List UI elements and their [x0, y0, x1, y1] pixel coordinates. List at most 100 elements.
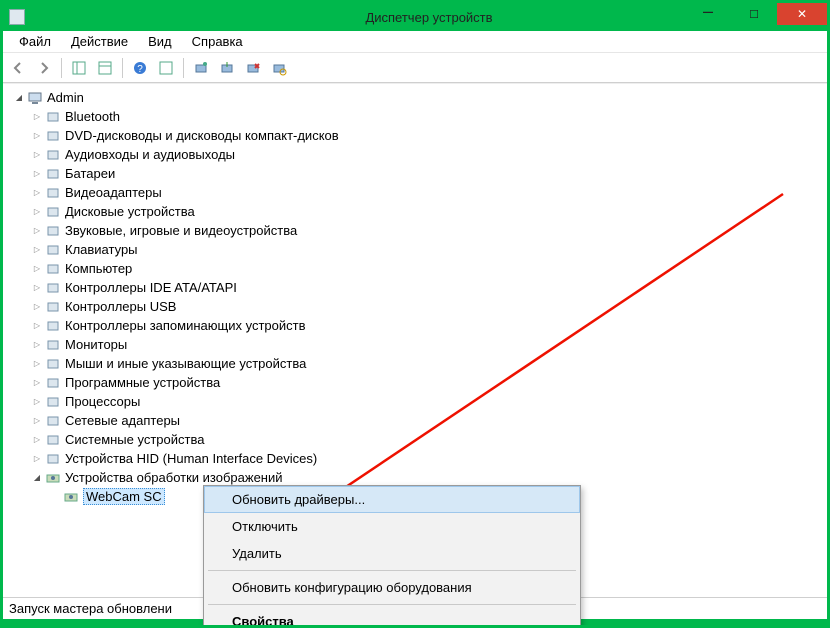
node-label: Аудиовходы и аудиовыходы	[65, 147, 235, 162]
tree-node[interactable]: Батареи	[31, 164, 825, 183]
update-driver-button[interactable]	[216, 57, 238, 79]
device-icon	[45, 356, 61, 372]
forward-button[interactable]	[33, 57, 55, 79]
node-label: Bluetooth	[65, 109, 120, 124]
expand-icon[interactable]	[31, 472, 43, 484]
expand-icon[interactable]	[31, 320, 43, 332]
expand-icon[interactable]	[31, 358, 43, 370]
tree-node[interactable]: Аудиовходы и аудиовыходы	[31, 145, 825, 164]
uninstall-button[interactable]	[242, 57, 264, 79]
close-button[interactable]	[777, 3, 827, 25]
context-menu-update-drivers[interactable]: Обновить драйверы...	[204, 486, 580, 513]
device-icon	[45, 413, 61, 429]
toolbar-separator	[183, 58, 184, 78]
expand-icon[interactable]	[31, 149, 43, 161]
show-hide-tree-button[interactable]	[68, 57, 90, 79]
node-label: Клавиатуры	[65, 242, 138, 257]
expand-icon[interactable]	[31, 377, 43, 389]
device-icon	[45, 204, 61, 220]
expand-icon[interactable]	[31, 130, 43, 142]
tree-node[interactable]: Контроллеры запоминающих устройств	[31, 316, 825, 335]
menu-action[interactable]: Действие	[61, 32, 138, 51]
node-label: Устройства HID (Human Interface Devices)	[65, 451, 317, 466]
expand-icon[interactable]	[31, 453, 43, 465]
device-icon	[45, 375, 61, 391]
device-icon	[45, 128, 61, 144]
node-label: Видеоадаптеры	[65, 185, 162, 200]
svg-text:?: ?	[137, 64, 143, 75]
tree-node[interactable]: Контроллеры USB	[31, 297, 825, 316]
node-label: Контроллеры IDE ATA/ATAPI	[65, 280, 237, 295]
tree-node[interactable]: Клавиатуры	[31, 240, 825, 259]
system-icon	[9, 9, 25, 25]
node-label: Сетевые адаптеры	[65, 413, 180, 428]
device-tree[interactable]: Admin Bluetooth DVD-дисководы и дисководы…	[5, 88, 825, 506]
expand-icon[interactable]	[31, 206, 43, 218]
device-icon	[45, 337, 61, 353]
tree-root[interactable]: Admin	[13, 88, 825, 107]
device-icon	[45, 166, 61, 182]
expand-icon[interactable]	[31, 111, 43, 123]
menu-view[interactable]: Вид	[138, 32, 182, 51]
expand-icon[interactable]	[31, 225, 43, 237]
expand-icon[interactable]	[31, 415, 43, 427]
tree-node[interactable]: Звуковые, игровые и видеоустройства	[31, 221, 825, 240]
node-label: Дисковые устройства	[65, 204, 195, 219]
expand-icon[interactable]	[31, 434, 43, 446]
device-icon	[45, 223, 61, 239]
context-menu-rescan[interactable]: Обновить конфигурацию оборудования	[204, 574, 580, 601]
tree-node[interactable]: Компьютер	[31, 259, 825, 278]
expand-icon[interactable]	[31, 301, 43, 313]
tree-node[interactable]: Процессоры	[31, 392, 825, 411]
context-menu-disable[interactable]: Отключить	[204, 513, 580, 540]
context-menu-separator	[208, 570, 576, 571]
tree-node[interactable]: Системные устройства	[31, 430, 825, 449]
tree-node[interactable]: Мониторы	[31, 335, 825, 354]
disable-button[interactable]	[268, 57, 290, 79]
expand-icon[interactable]	[31, 168, 43, 180]
tree-node[interactable]: Программные устройства	[31, 373, 825, 392]
device-icon	[45, 451, 61, 467]
node-label: Контроллеры запоминающих устройств	[65, 318, 305, 333]
tree-node[interactable]: DVD-дисководы и дисководы компакт-дисков	[31, 126, 825, 145]
node-label: WebCam SC	[83, 488, 165, 505]
context-menu-properties[interactable]: Свойства	[204, 608, 580, 628]
properties-button[interactable]	[94, 57, 116, 79]
expand-icon[interactable]	[31, 263, 43, 275]
action-button[interactable]	[155, 57, 177, 79]
device-icon	[45, 185, 61, 201]
context-menu-delete[interactable]: Удалить	[204, 540, 580, 567]
expand-icon[interactable]	[13, 92, 25, 104]
tree-node[interactable]: Видеоадаптеры	[31, 183, 825, 202]
expand-icon[interactable]	[31, 396, 43, 408]
expand-icon[interactable]	[31, 282, 43, 294]
back-button[interactable]	[7, 57, 29, 79]
node-label: Программные устройства	[65, 375, 220, 390]
help-button[interactable]: ?	[129, 57, 151, 79]
menu-help[interactable]: Справка	[182, 32, 253, 51]
title-bar[interactable]: Диспетчер устройств	[3, 3, 827, 31]
toolbar-separator	[122, 58, 123, 78]
tree-node[interactable]: Дисковые устройства	[31, 202, 825, 221]
tree-node[interactable]: Bluetooth	[31, 107, 825, 126]
tree-node[interactable]: Мыши и иные указывающие устройства	[31, 354, 825, 373]
expand-icon[interactable]	[31, 187, 43, 199]
scan-hardware-button[interactable]	[190, 57, 212, 79]
context-menu: Обновить драйверы... Отключить Удалить О…	[203, 485, 581, 628]
device-icon	[45, 318, 61, 334]
tree-node[interactable]: Контроллеры IDE ATA/ATAPI	[31, 278, 825, 297]
expand-icon[interactable]	[31, 244, 43, 256]
minimize-button[interactable]	[685, 3, 731, 25]
expand-icon[interactable]	[31, 339, 43, 351]
device-icon	[45, 261, 61, 277]
toolbar: ?	[3, 53, 827, 83]
device-icon	[45, 147, 61, 163]
imaging-icon	[45, 470, 61, 486]
node-label: Звуковые, игровые и видеоустройства	[65, 223, 297, 238]
status-text: Запуск мастера обновлени	[9, 601, 172, 616]
device-icon	[45, 109, 61, 125]
tree-node[interactable]: Сетевые адаптеры	[31, 411, 825, 430]
tree-node[interactable]: Устройства HID (Human Interface Devices)	[31, 449, 825, 468]
maximize-button[interactable]	[731, 3, 777, 25]
menu-file[interactable]: Файл	[9, 32, 61, 51]
